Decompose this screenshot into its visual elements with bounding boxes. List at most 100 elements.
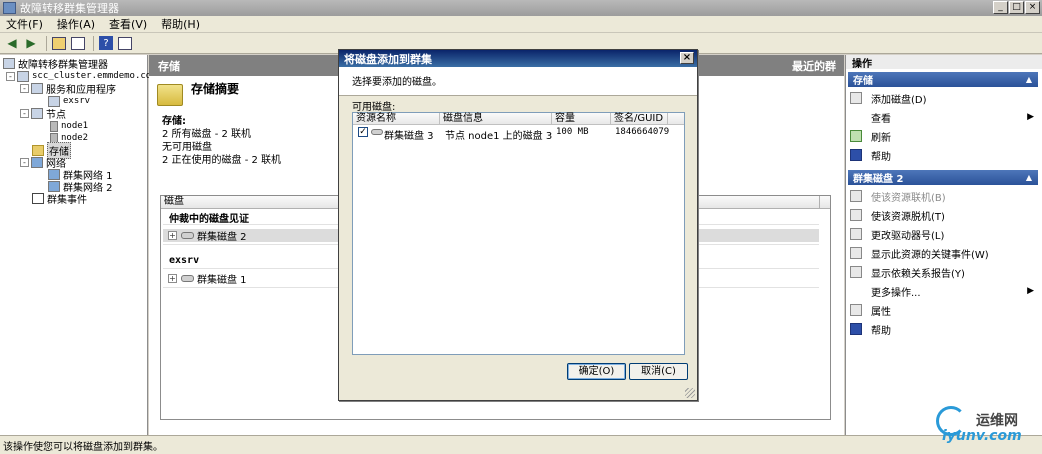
action-dependency-report[interactable]: 显示依赖关系报告(Y) — [850, 264, 1038, 280]
up-folder-icon[interactable] — [51, 35, 67, 51]
window-title: 故障转移群集管理器 — [20, 2, 119, 15]
column-divider[interactable] — [819, 196, 820, 209]
list-item-disk-3[interactable]: ✓ 群集磁盘 3 节点 node1 上的磁盘 3 100 MB 18466640… — [353, 126, 684, 142]
show-hide-tree-icon[interactable] — [70, 35, 86, 51]
recent-events-label[interactable]: 最近的群 — [792, 58, 836, 74]
event-log-icon — [32, 192, 44, 204]
drive-icon — [850, 228, 862, 240]
help-icon — [850, 323, 862, 335]
expand-icon[interactable]: + — [168, 231, 177, 240]
properties-icon — [850, 304, 862, 316]
collapse-icon[interactable]: - — [20, 108, 29, 118]
cell-disk-info: 节点 node1 上的磁盘 3 — [445, 131, 553, 142]
cluster-icon — [17, 70, 29, 82]
cell-resource-name: 群集磁盘 3 — [384, 131, 434, 142]
action-bring-online[interactable]: 使该资源联机(B) — [850, 188, 1038, 204]
report-icon — [850, 266, 862, 278]
expand-icon[interactable]: + — [168, 274, 177, 283]
resize-grip-icon[interactable] — [685, 388, 695, 398]
tree-root[interactable]: 故障转移群集管理器 — [3, 57, 108, 71]
add-disk-icon — [850, 92, 862, 104]
watermark-cn: 运维网 — [976, 413, 1018, 429]
action-add-disk[interactable]: 添加磁盘(D) — [850, 90, 1038, 106]
dialog-title-bar[interactable]: 将磁盘添加到群集 × — [339, 50, 697, 67]
title-bar: 故障转移群集管理器 _ □ × — [0, 0, 1042, 16]
column-resource-name[interactable]: 资源名称 — [353, 113, 440, 125]
back-arrow-icon[interactable]: ◀ — [4, 35, 20, 51]
collapse-caret-icon[interactable]: ▲ — [1026, 75, 1032, 84]
summary-details: 存储: 2 所有磁盘 - 2 联机 无可用磁盘 2 正在使用的磁盘 - 2 联机 — [162, 116, 282, 166]
status-text: 该操作使您可以将磁盘添加到群集。 — [3, 441, 163, 453]
watermark-en: iyunv.com — [942, 428, 1022, 444]
available-disks-label: 可用磁盘: — [352, 102, 396, 113]
ok-button[interactable]: 确定(O) — [567, 363, 626, 380]
cell-signature: 1846664079 — [615, 127, 670, 137]
action-view[interactable]: 查看 ▶ — [850, 109, 1038, 125]
action-critical-events[interactable]: 显示此资源的关键事件(W) — [850, 245, 1038, 261]
maximize-button[interactable]: □ — [1009, 1, 1024, 14]
action-pane-icon[interactable] — [117, 35, 133, 51]
cell-capacity: 100 MB — [556, 127, 589, 137]
forward-arrow-icon[interactable]: ▶ — [23, 35, 39, 51]
cancel-button[interactable]: 取消(C) — [629, 363, 688, 380]
action-help[interactable]: 帮助 — [850, 147, 1038, 163]
collapse-icon[interactable]: - — [20, 157, 29, 167]
disk-icon — [181, 275, 194, 282]
server-icon — [50, 120, 58, 132]
console-tree: 故障转移群集管理器 - scc_cluster.emmdemo.com - 服务… — [0, 55, 157, 435]
submenu-arrow-icon: ▶ — [1027, 112, 1034, 122]
actions-pane: 操作 存储 ▲ 添加磁盘(D) 查看 ▶ 刷新 帮助 群集磁盘 2 ▲ 使该资源联机(… — [845, 55, 1042, 435]
menu-action[interactable]: 操作(A) — [57, 16, 95, 32]
event-log-icon — [850, 247, 862, 259]
menu-help[interactable]: 帮助(H) — [161, 16, 200, 32]
toolbar-separator — [46, 35, 47, 51]
cluster-manager-icon — [3, 57, 15, 69]
tree-networks[interactable]: - 网络 — [20, 156, 66, 170]
action-take-offline[interactable]: 使该资源脱机(T) — [850, 207, 1038, 223]
dialog-close-button[interactable]: × — [680, 52, 694, 64]
menu-file[interactable]: 文件(F) — [6, 16, 43, 32]
column-disk-info[interactable]: 磁盘信息 — [440, 113, 552, 125]
collapse-icon[interactable]: - — [20, 83, 29, 93]
group-quorum-witness: 仲裁中的磁盘见证 — [169, 214, 249, 225]
refresh-icon — [850, 130, 862, 142]
tree-services[interactable]: - 服务和应用程序 — [20, 82, 116, 96]
storage-icon — [32, 144, 44, 156]
actions-section-storage[interactable]: 存储 ▲ — [848, 72, 1038, 87]
tree-events[interactable]: 群集事件 — [32, 192, 87, 206]
status-bar: 该操作使您可以将磁盘添加到群集。 — [0, 435, 1042, 454]
actions-title: 操作 — [846, 55, 1042, 70]
dialog-header: 选择要添加的磁盘。 — [339, 67, 697, 96]
collapse-icon[interactable]: - — [6, 71, 15, 81]
action-change-drive-letter[interactable]: 更改驱动器号(L) — [850, 226, 1038, 242]
collapse-caret-icon[interactable]: ▲ — [1026, 173, 1032, 182]
submenu-arrow-icon: ▶ — [1027, 286, 1034, 296]
storage-summary-icon — [157, 84, 183, 106]
group-exsrv: exsrv — [169, 255, 200, 266]
nodes-icon — [31, 107, 43, 119]
action-properties[interactable]: 属性 — [850, 302, 1038, 318]
action-help-disk[interactable]: 帮助 — [850, 321, 1038, 337]
column-signature[interactable]: 签名/GUID — [611, 113, 668, 125]
column-capacity[interactable]: 容量 — [552, 113, 611, 125]
tree-nodes[interactable]: - 节点 — [20, 107, 66, 121]
minimize-button[interactable]: _ — [993, 1, 1008, 14]
close-button[interactable]: × — [1025, 1, 1040, 14]
action-refresh[interactable]: 刷新 — [850, 128, 1038, 144]
available-disks-list[interactable]: 资源名称 磁盘信息 容量 签名/GUID ✓ 群集磁盘 3 节点 node1 上… — [352, 112, 685, 355]
actions-section-disk[interactable]: 群集磁盘 2 ▲ — [848, 170, 1038, 185]
tree-node1[interactable]: node1 — [50, 120, 88, 132]
blank-icon — [850, 111, 862, 123]
menu-view[interactable]: 查看(V) — [109, 16, 147, 32]
action-more-actions[interactable]: 更多操作... ▶ — [850, 283, 1038, 299]
app-icon — [3, 2, 16, 14]
take-offline-icon — [850, 209, 862, 221]
services-icon — [31, 82, 43, 94]
list-header: 资源名称 磁盘信息 容量 签名/GUID — [353, 113, 684, 125]
dialog-title: 将磁盘添加到群集 — [344, 52, 432, 66]
help-icon[interactable]: ? — [98, 35, 114, 51]
disk-checkbox[interactable]: ✓ — [358, 127, 368, 137]
help-icon — [850, 149, 862, 161]
add-disk-dialog: 将磁盘添加到群集 × 选择要添加的磁盘。 可用磁盘: 资源名称 磁盘信息 容量 … — [338, 49, 698, 401]
menu-bar: 文件(F) 操作(A) 查看(V) 帮助(H) — [0, 16, 1042, 33]
